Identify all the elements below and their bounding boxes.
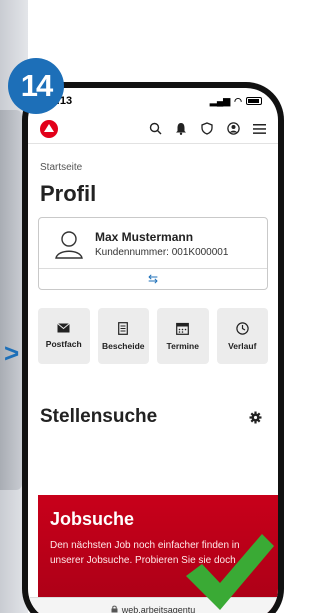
app-header: [28, 114, 278, 144]
document-icon: [118, 321, 129, 335]
search-icon[interactable]: [148, 122, 162, 136]
stellensuche-section-header: Stellensuche: [40, 406, 262, 428]
bell-icon[interactable]: [174, 122, 188, 136]
quick-link-label: Postfach: [45, 339, 82, 349]
customer-number: Kundennummer: 001K000001: [95, 247, 229, 258]
background-shade: [0, 110, 22, 490]
quick-links: Postfach Bescheide Termine Verlauf: [38, 308, 268, 364]
switch-icon: ⇆: [147, 272, 159, 286]
battery-icon: [246, 97, 262, 105]
logo-icon[interactable]: [40, 119, 58, 138]
step-number-badge: 14: [8, 58, 64, 114]
section-title: Stellensuche: [40, 406, 158, 427]
gear-icon[interactable]: [249, 411, 262, 424]
profile-main: Max Mustermann Kundennummer: 001K000001: [39, 218, 267, 269]
shield-icon[interactable]: [200, 122, 214, 136]
status-icons: ▂▄▆ ◠: [210, 96, 262, 107]
wifi-icon: ◠: [234, 95, 242, 106]
promo-title: Jobsuche: [50, 509, 135, 529]
pointer-arrow-icon: >: [4, 338, 20, 368]
avatar-icon: [55, 231, 83, 259]
quick-link-label: Termine: [166, 340, 199, 351]
switch-profile-button[interactable]: ⇆: [39, 269, 267, 289]
page-title: Profil: [40, 181, 97, 206]
status-bar: 09:13 ▂▄▆ ◠: [28, 88, 278, 114]
menu-icon[interactable]: [252, 122, 266, 136]
calendar-icon: [176, 322, 190, 335]
profile-name: Max Mustermann: [95, 230, 194, 244]
header-icons: [148, 122, 266, 136]
breadcrumb[interactable]: Startseite: [40, 162, 278, 173]
clock-icon: [236, 321, 249, 335]
profile-card: Max Mustermann Kundennummer: 001K000001 …: [38, 217, 268, 290]
quick-link-label: Verlauf: [228, 340, 257, 351]
envelope-icon: [57, 323, 71, 333]
quick-link-termine[interactable]: Termine: [157, 308, 209, 364]
signal-icon: ▂▄▆: [209, 95, 231, 106]
quick-link-postfach[interactable]: Postfach: [38, 308, 90, 364]
lock-icon: [111, 605, 118, 613]
quick-link-bescheide[interactable]: Bescheide: [97, 308, 149, 364]
checkmark-icon: [186, 534, 274, 610]
quick-link-label: Bescheide: [101, 340, 145, 351]
profile-text: Max Mustermann Kundennummer: 001K000001: [95, 230, 228, 258]
user-icon[interactable]: [226, 122, 240, 136]
quick-link-verlauf[interactable]: Verlauf: [216, 308, 268, 364]
